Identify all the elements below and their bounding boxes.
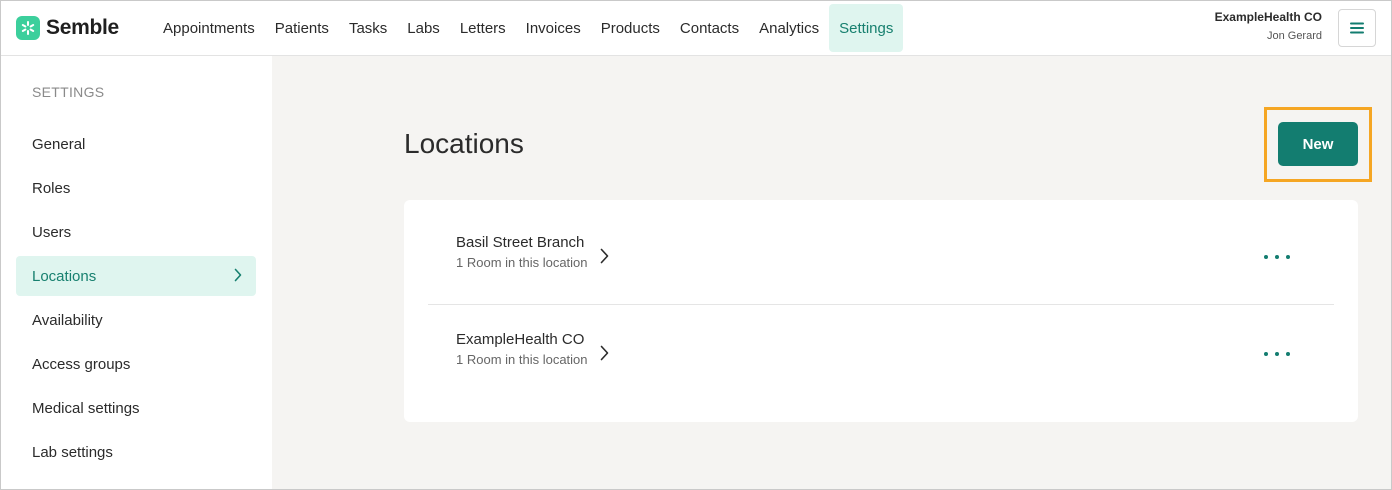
sidebar-item-label: Medical settings [32,399,140,417]
app-name: Semble [46,16,119,39]
sidebar-item-label: Access groups [32,355,131,373]
page-title: Locations [404,128,524,159]
sidebar-item-label: Availability [32,311,103,329]
main-nav: Appointments Patients Tasks Labs Letters… [153,4,904,52]
chevron-right-icon[interactable] [600,345,609,361]
locations-list: Basil Street Branch 1 Room in this locat… [404,200,1358,422]
nav-item-tasks[interactable]: Tasks [339,4,397,52]
sidebar-heading: SETTINGS [32,84,105,100]
nav-item-appointments[interactable]: Appointments [153,4,265,52]
hamburger-menu-icon [1350,22,1364,34]
nav-item-invoices[interactable]: Invoices [516,4,591,52]
app-logo[interactable]: Semble [16,15,119,41]
main-content: Locations New Basil Street Branch 1 Room… [272,56,1392,490]
account-user-name: Jon Gerard [1266,30,1322,42]
more-options-icon[interactable] [1264,250,1290,264]
nav-item-labs[interactable]: Labs [397,4,450,52]
sidebar-item-availability[interactable]: Availability [16,300,256,340]
settings-sidebar: SETTINGS General Roles Users Locations A… [0,56,272,490]
sidebar-item-access-groups[interactable]: Access groups [16,344,256,384]
nav-item-settings[interactable]: Settings [829,4,904,52]
main-menu-button[interactable] [1338,9,1376,47]
location-row[interactable]: Basil Street Branch 1 Room in this locat… [428,208,1334,305]
nav-item-letters[interactable]: Letters [450,4,516,52]
location-room-count: 1 Room in this location [456,352,588,367]
location-name[interactable]: Basil Street Branch [456,234,584,251]
semble-logo-icon [16,16,40,40]
new-location-button[interactable]: New [1278,122,1358,166]
sidebar-item-general[interactable]: General [16,124,256,164]
sidebar-item-lab-settings[interactable]: Lab settings [16,432,256,472]
sidebar-item-label: Users [32,223,72,241]
sidebar-item-label: General [32,135,86,153]
location-name[interactable]: ExampleHealth CO [456,331,584,348]
sidebar-item-medical-settings[interactable]: Medical settings [16,388,256,428]
sidebar-item-users[interactable]: Users [16,212,256,252]
location-room-count: 1 Room in this location [456,255,588,270]
sidebar-item-locations[interactable]: Locations [16,256,256,296]
sidebar-item-label: Lab settings [32,443,113,461]
account-info[interactable]: ExampleHealth CO Jon Gerard [1215,10,1322,42]
sidebar-item-roles[interactable]: Roles [16,168,256,208]
sidebar-item-label: Roles [32,179,71,197]
location-row[interactable]: ExampleHealth CO 1 Room in this location [428,305,1334,402]
nav-item-analytics[interactable]: Analytics [749,4,829,52]
top-navigation-bar: Semble Appointments Patients Tasks Labs … [0,0,1392,56]
nav-item-products[interactable]: Products [591,4,670,52]
nav-item-patients[interactable]: Patients [265,4,339,52]
chevron-right-icon [234,268,242,282]
account-organization: ExampleHealth CO [1214,10,1322,24]
sidebar-item-label: Locations [32,267,97,285]
nav-item-contacts[interactable]: Contacts [670,4,749,52]
chevron-right-icon[interactable] [600,248,609,264]
more-options-icon[interactable] [1264,347,1290,361]
